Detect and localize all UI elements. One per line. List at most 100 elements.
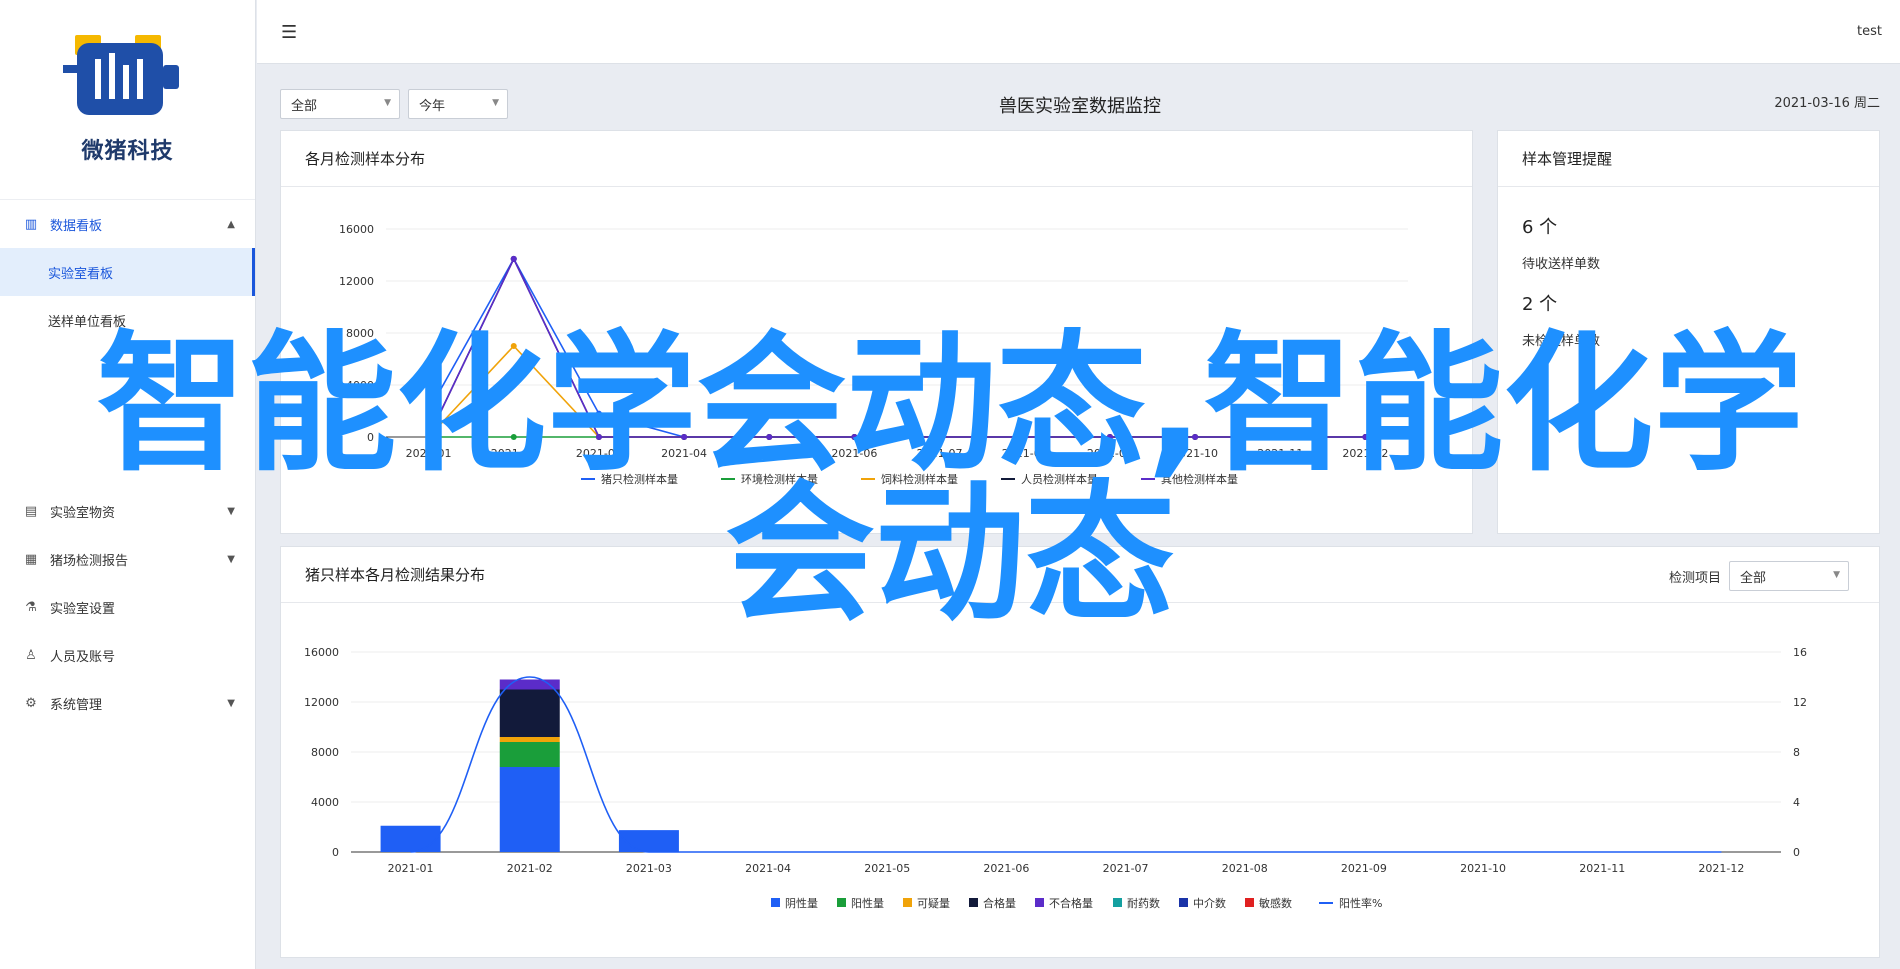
legend-swatch [837,898,846,907]
monthly-samples-panel: 各月检测样本分布 16000 12000 8000 4000 0 2021-01 2021-… [280,130,1473,534]
sidebar-item-label: 实验室物资 [50,505,116,521]
legend-label: 环境检测样本量 [741,472,818,486]
legend-swatch [771,898,780,907]
panel-title: 各月检测样本分布 [281,131,1472,187]
sidebar-item-label: 送样单位看板 [48,314,127,330]
page-date: 2021-03-16 周二 [1774,96,1880,111]
x-tick-label: 2021-09 [1087,447,1133,460]
chevron-down-icon: ▼ [1833,570,1840,580]
document-icon: ▤ [24,503,38,519]
series-line [427,257,1366,438]
x-tick-label: 2021-11 [1257,447,1303,460]
chevron-down-icon: ▼ [492,98,499,108]
x-tick-label: 2021-08 [1222,862,1268,875]
pending-test-label: 未检送样单数 [1522,334,1601,349]
x-tick-label: 2021-05 [864,862,910,875]
scope-select[interactable]: 全部 ▼ [280,89,400,119]
test-item-select-value: 全部 [1740,570,1767,586]
y2-tick-label: 12 [1793,696,1807,709]
legend-label: 饲料检测样本量 [881,472,958,486]
report-icon: ▦ [24,551,38,567]
bar-segment [618,830,679,852]
menu-collapse-icon[interactable]: ☰ [281,22,297,43]
data-point [425,408,432,414]
top-bar: ☰ test [257,0,1900,64]
data-point [936,434,943,440]
y-tick-label: 16000 [339,223,374,236]
x-tick-label: 2021-07 [1103,862,1149,875]
bar-chart-icon: ▥ [24,216,38,232]
data-point [681,434,688,440]
sidebar-item-system[interactable]: ⚙ 系统管理 ▼ [0,679,255,727]
sidebar-group-dashboard[interactable]: ▥ 数据看板 ▲ [0,200,255,248]
data-point [1021,434,1028,440]
sidebar-menu: ▥ 数据看板 ▲ 实验室看板 送样单位看板 [0,200,255,344]
x-tick-label: 2021-10 [1172,447,1218,460]
chevron-up-icon: ▲ [227,218,235,230]
legend-label: 可疑量 [917,897,950,910]
x-tick-label: 2021-03 [576,447,622,460]
series-line [427,257,1366,438]
positive-rate-line [410,676,1722,853]
data-point [425,434,432,440]
sidebar-item-lab-supplies[interactable]: ▤ 实验室物资 ▼ [0,487,255,535]
user-name[interactable]: test [1857,24,1882,39]
pig-logo-icon [62,34,179,115]
x-tick-label: 2021-03 [626,862,672,875]
chevron-down-icon: ▼ [384,98,391,108]
x-tick-label: 2021-12 [1698,862,1744,875]
x-tick-label: 2021-12 [1342,447,1388,460]
data-point [1192,434,1199,440]
legend-label: 猪只检测样本量 [601,472,678,486]
bar-segment [499,679,560,690]
brand-logo[interactable]: 微猪科技 [0,0,255,200]
sidebar-item-staff-accounts[interactable]: ♙ 人员及账号 [0,631,255,679]
monthly-samples-chart: 16000 12000 8000 4000 0 2021-01 2021-02 2021-03… [339,223,1408,486]
y-tick-label: 12000 [339,275,374,288]
legend-swatch [903,898,912,907]
pending-test-count[interactable]: 2 个 [1522,290,1855,316]
sidebar-item-lab-dashboard[interactable]: 实验室看板 [0,248,255,296]
bar-segment [499,767,560,852]
x-tick-label: 2021-04 [661,447,707,460]
pending-receive-label: 待收送样单数 [1522,257,1601,272]
period-select[interactable]: 今年 ▼ [408,89,508,119]
series-line [427,257,1366,438]
reminder-list: 6 个 待收送样单数 2 个 未检送样单数 [1498,187,1879,387]
y2-tick-label: 0 [1793,846,1800,859]
legend-label: 阳性量 [851,896,884,910]
legend-label: 阳性率% [1339,896,1382,910]
scope-select-value: 全部 [291,98,318,114]
legend-label: 耐药数 [1127,897,1160,910]
x-tick-label: 2021-07 [917,447,963,460]
sidebar-item-label: 实验室设置 [50,601,116,617]
data-point [510,434,517,440]
data-point [1362,434,1369,440]
x-tick-label: 2021-04 [745,862,791,875]
x-tick-label: 2021-06 [983,862,1029,875]
test-item-filter: 检测项目 全部 ▼ [1669,561,1849,591]
legend-label: 人员检测样本量 [1021,472,1098,486]
panel-title: 样本管理提醒 [1498,131,1879,187]
sidebar-item-unit-dashboard[interactable]: 送样单位看板 [0,296,255,344]
bar-segment [499,737,560,742]
chevron-down-icon: ▼ [227,505,235,517]
sidebar-item-label: 猪场检测报告 [50,553,129,569]
x-tick-label: 2021-01 [388,862,434,875]
bar-segment [499,689,560,737]
legend-label: 其他检测样本量 [1161,472,1238,486]
pending-receive-count[interactable]: 6 个 [1522,213,1855,239]
data-point [595,410,602,417]
sidebar-group-label: 数据看板 [50,218,103,234]
sidebar-item-farm-reports[interactable]: ▦ 猪场检测报告 ▼ [0,535,255,583]
bar-segment [380,825,441,852]
x-tick-label: 2021-02 [491,447,537,460]
legend-swatch [1113,898,1122,907]
y-tick-label: 8000 [311,746,339,759]
data-point [766,434,773,440]
sidebar-item-lab-settings[interactable]: ⚗ 实验室设置 [0,583,255,631]
legend-swatch [1035,898,1044,907]
y-tick-label: 4000 [346,379,374,392]
legend-label: 阴性量 [785,896,818,910]
test-item-select[interactable]: 全部 ▼ [1729,561,1849,591]
